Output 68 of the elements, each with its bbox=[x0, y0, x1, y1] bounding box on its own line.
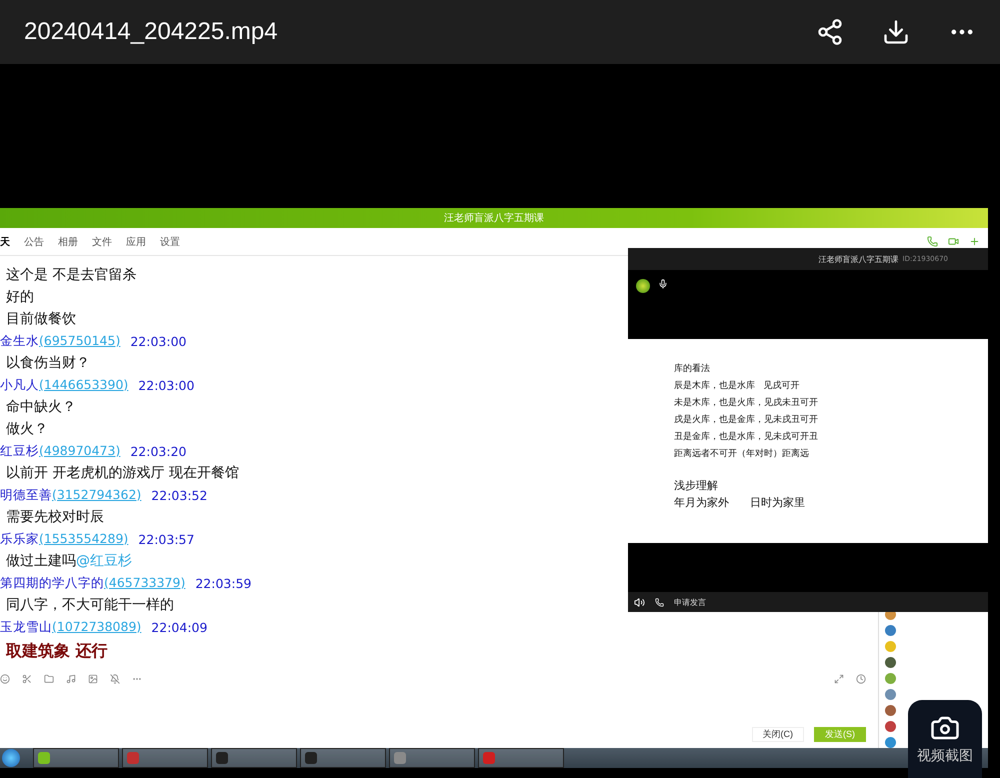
start-button[interactable] bbox=[2, 749, 20, 767]
mic-icon[interactable] bbox=[658, 279, 668, 289]
apply-to-speak[interactable]: 申请发言 bbox=[674, 596, 706, 608]
slide-text: 年月为家外 日时为家里 bbox=[674, 495, 806, 511]
message-text: 目前做餐饮 bbox=[6, 310, 76, 328]
message-text: 需要先校对时辰 bbox=[6, 508, 104, 526]
emoji-icon[interactable] bbox=[0, 674, 10, 684]
download-icon[interactable] bbox=[882, 18, 910, 46]
slide-text: 库的看法 bbox=[674, 362, 711, 376]
taskbar-item[interactable] bbox=[122, 748, 208, 768]
message-text: 以食伤当财？ bbox=[6, 354, 90, 372]
plus-icon[interactable] bbox=[969, 236, 980, 247]
message-text: 这个是 不是去官留杀 bbox=[6, 266, 136, 284]
message-time: 22:03:00 bbox=[138, 378, 194, 392]
scissors-icon[interactable] bbox=[22, 674, 32, 684]
message-text: 做火？ bbox=[6, 420, 48, 438]
slide-text: 未是木库，也是火库，见戌未丑可开 bbox=[674, 396, 819, 410]
clock-icon[interactable] bbox=[856, 674, 866, 684]
tab[interactable]: 应用 bbox=[126, 234, 146, 248]
host-avatar bbox=[636, 279, 650, 293]
taskbar-item[interactable] bbox=[33, 748, 119, 768]
music-icon[interactable] bbox=[66, 674, 76, 684]
tab[interactable]: 设置 bbox=[160, 234, 180, 248]
message-text: 以前开 开老虎机的游戏厅 现在开餐馆 bbox=[6, 464, 239, 482]
taskbar-item[interactable] bbox=[389, 748, 475, 768]
sender-name: 乐乐家(1553554289) bbox=[0, 530, 128, 548]
tab[interactable]: 相册 bbox=[58, 234, 78, 248]
bell-off-icon[interactable] bbox=[110, 674, 120, 684]
share-icon[interactable] bbox=[816, 18, 844, 46]
message-time: 22:04:09 bbox=[151, 620, 208, 634]
sender-name: 第四期的学八字的(465733379) bbox=[0, 574, 186, 592]
taskbar-item[interactable] bbox=[478, 748, 564, 768]
sender-name: 金生水(695750145) bbox=[0, 332, 120, 350]
screenshot-button[interactable]: 视频截图 bbox=[908, 700, 982, 778]
member-avatar[interactable] bbox=[885, 657, 896, 668]
message-time: 22:03:20 bbox=[130, 444, 186, 458]
message-text: 做过土建吗@红豆杉 bbox=[6, 552, 132, 570]
slide-text: 辰是木库，也是水库 见戌可开 bbox=[674, 380, 801, 393]
close-button[interactable]: 关闭(C) bbox=[752, 727, 804, 742]
video-icon[interactable] bbox=[948, 236, 959, 247]
video-title: 20240414_204225.mp4 bbox=[24, 18, 278, 46]
message-time: 22:03:52 bbox=[151, 488, 208, 502]
taskbar-item[interactable] bbox=[211, 748, 297, 768]
slide-text: 戌是火库，也是金库，见未戌丑可开 bbox=[674, 414, 819, 427]
tab[interactable]: 天 bbox=[0, 234, 10, 248]
live-title: 汪老师盲派八字五期课 bbox=[818, 254, 899, 264]
message-text: 好的 bbox=[6, 288, 34, 306]
tab[interactable]: 文件 bbox=[92, 234, 112, 248]
speaker-icon[interactable] bbox=[634, 596, 645, 608]
message-text: 同八字，不大可能干一样的 bbox=[6, 596, 174, 614]
window-title: 汪老师盲派八字五期课 bbox=[444, 212, 544, 225]
slide-text: 浅步理解 bbox=[674, 478, 719, 494]
sender-name: 玉龙雪山(1072738089) bbox=[0, 618, 142, 636]
sender-name: 明德至善(3152794362) bbox=[0, 486, 142, 504]
slide-text: 丑是金库，也是水库，见未戌可开丑 bbox=[674, 430, 819, 444]
slide-text: 距离远者不可开（年对时）距离远 bbox=[674, 448, 810, 461]
message-text: 取建筑象 还行 bbox=[6, 640, 108, 662]
tab[interactable]: 公告 bbox=[24, 234, 44, 248]
message-time: 22:03:00 bbox=[130, 334, 186, 348]
sender-name: 小凡人(1446653390) bbox=[0, 376, 128, 394]
message-time: 22:03:57 bbox=[138, 532, 194, 546]
message-text: 命中缺火？ bbox=[6, 398, 76, 416]
folder-icon[interactable] bbox=[44, 674, 54, 684]
message-time: 22:03:59 bbox=[195, 576, 252, 590]
sender-name: 红豆杉(498970473) bbox=[0, 442, 120, 460]
expand-icon[interactable] bbox=[834, 674, 844, 684]
image-icon[interactable] bbox=[88, 674, 98, 684]
taskbar-item[interactable] bbox=[300, 748, 386, 768]
